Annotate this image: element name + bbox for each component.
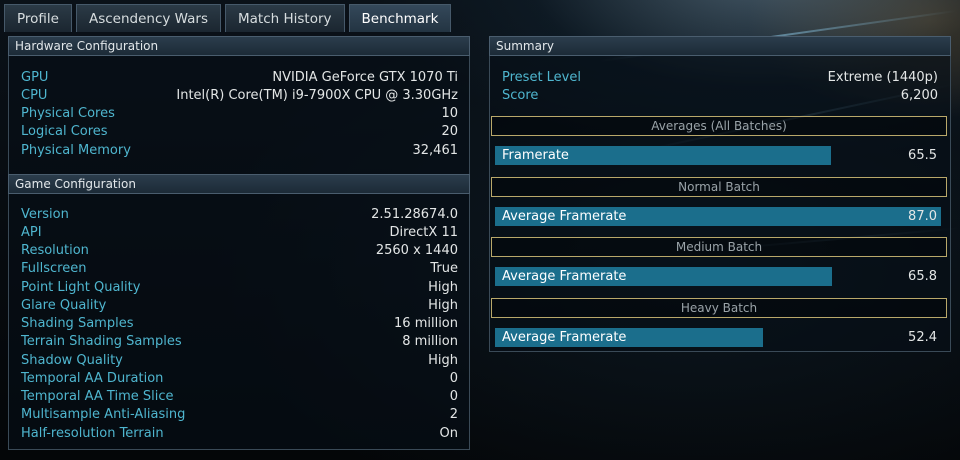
normal-batch-bar-label: Average Framerate	[502, 209, 627, 224]
game-value: 2	[449, 407, 458, 422]
medium-batch-bar-label: Average Framerate	[502, 269, 627, 284]
game-value: True	[430, 261, 458, 276]
hardware-value: NVIDIA GeForce GTX 1070 Ti	[272, 70, 458, 85]
game-row-point-light-quality: Point Light Quality High	[21, 280, 458, 298]
hardware-configuration-header: Hardware Configuration	[8, 36, 470, 56]
game-row-terrain-shading-samples: Terrain Shading Samples 8 million	[21, 334, 458, 352]
hardware-label: GPU	[21, 70, 49, 85]
game-label: Temporal AA Duration	[21, 371, 164, 386]
heavy-batch-bar-row: Average Framerate 52.4	[495, 328, 939, 347]
game-value: 0	[449, 389, 458, 404]
main-tabs: Profile Ascendency Wars Match History Be…	[4, 4, 452, 34]
game-value: 0	[449, 371, 458, 386]
section-averages-all-batches: Averages (All Batches)	[491, 116, 947, 136]
game-row-fullscreen: Fullscreen True	[21, 261, 458, 279]
hardware-label: Physical Memory	[21, 143, 131, 158]
hardware-row-physical-memory: Physical Memory 32,461	[21, 143, 458, 161]
summary-row-score: Score 6,200	[502, 88, 938, 106]
game-row-temporal-aa-duration: Temporal AA Duration 0	[21, 371, 458, 389]
game-row-glare-quality: Glare Quality High	[21, 298, 458, 316]
medium-batch-value: 65.8	[908, 269, 937, 284]
game-label: Temporal AA Time Slice	[21, 389, 174, 404]
framerate-bar-row: Framerate 65.5	[495, 146, 939, 165]
normal-batch-bar-row: Average Framerate 87.0	[495, 207, 941, 226]
hardware-label: Logical Cores	[21, 124, 108, 139]
game-label: API	[21, 225, 42, 240]
game-value: 2.51.28674.0	[371, 207, 458, 222]
medium-batch-bar-row: Average Framerate 65.8	[495, 267, 939, 286]
hardware-row-logical-cores: Logical Cores 20	[21, 124, 458, 142]
hardware-value: 10	[441, 106, 458, 121]
game-value: High	[428, 280, 458, 295]
score-label: Score	[502, 88, 539, 103]
game-row-resolution: Resolution 2560 x 1440	[21, 243, 458, 261]
game-label: Shadow Quality	[21, 353, 123, 368]
normal-batch-value: 87.0	[908, 209, 937, 224]
game-row-shading-samples: Shading Samples 16 million	[21, 316, 458, 334]
game-label: Terrain Shading Samples	[21, 334, 182, 349]
section-medium-batch: Medium Batch	[491, 237, 947, 257]
game-label: Version	[21, 207, 69, 222]
tab-profile[interactable]: Profile	[4, 4, 72, 32]
heavy-batch-bar-label: Average Framerate	[502, 330, 627, 345]
game-label: Glare Quality	[21, 298, 107, 313]
tab-ascendency-wars[interactable]: Ascendency Wars	[75, 4, 222, 32]
game-value: 2560 x 1440	[375, 243, 458, 258]
section-normal-batch: Normal Batch	[491, 177, 947, 197]
summary-row-preset-level: Preset Level Extreme (1440p)	[502, 70, 938, 88]
game-label: Resolution	[21, 243, 89, 258]
tab-match-history[interactable]: Match History	[225, 4, 345, 32]
game-row-temporal-aa-time-slice: Temporal AA Time Slice 0	[21, 389, 458, 407]
section-heavy-batch: Heavy Batch	[491, 298, 947, 318]
hardware-value: 32,461	[412, 143, 459, 158]
hardware-value: 20	[441, 124, 458, 139]
hardware-row-physical-cores: Physical Cores 10	[21, 106, 458, 124]
hardware-label: Physical Cores	[21, 106, 115, 121]
game-value: On	[439, 426, 458, 441]
game-value: 16 million	[394, 316, 458, 331]
game-value: High	[428, 353, 458, 368]
preset-level-label: Preset Level	[502, 70, 581, 85]
heavy-batch-value: 52.4	[908, 330, 937, 345]
game-row-shadow-quality: Shadow Quality High	[21, 353, 458, 371]
hardware-label: CPU	[21, 88, 48, 103]
hardware-row-gpu: GPU NVIDIA GeForce GTX 1070 Ti	[21, 70, 458, 88]
hardware-row-cpu: CPU Intel(R) Core(TM) i9-7900X CPU @ 3.3…	[21, 88, 458, 106]
game-label: Multisample Anti-Aliasing	[21, 407, 186, 422]
tab-benchmark[interactable]: Benchmark	[348, 4, 452, 32]
game-label: Point Light Quality	[21, 280, 141, 295]
game-row-multisample-anti-aliasing: Multisample Anti-Aliasing 2	[21, 407, 458, 425]
game-row-half-resolution-terrain: Half-resolution Terrain On	[21, 426, 458, 444]
game-configuration-header: Game Configuration	[8, 174, 470, 194]
hardware-value: Intel(R) Core(TM) i9-7900X CPU @ 3.30GHz	[176, 88, 458, 103]
game-label: Half-resolution Terrain	[21, 426, 164, 441]
game-row-api: API DirectX 11	[21, 225, 458, 243]
framerate-value: 65.5	[908, 148, 937, 163]
game-label: Fullscreen	[21, 261, 87, 276]
score-value: 6,200	[900, 88, 938, 103]
summary-header: Summary	[489, 36, 951, 56]
game-value: DirectX 11	[389, 225, 458, 240]
framerate-bar-label: Framerate	[502, 148, 569, 163]
game-value: 8 million	[402, 334, 458, 349]
game-value: High	[428, 298, 458, 313]
game-row-version: Version 2.51.28674.0	[21, 207, 458, 225]
game-label: Shading Samples	[21, 316, 134, 331]
preset-level-value: Extreme (1440p)	[827, 70, 938, 85]
